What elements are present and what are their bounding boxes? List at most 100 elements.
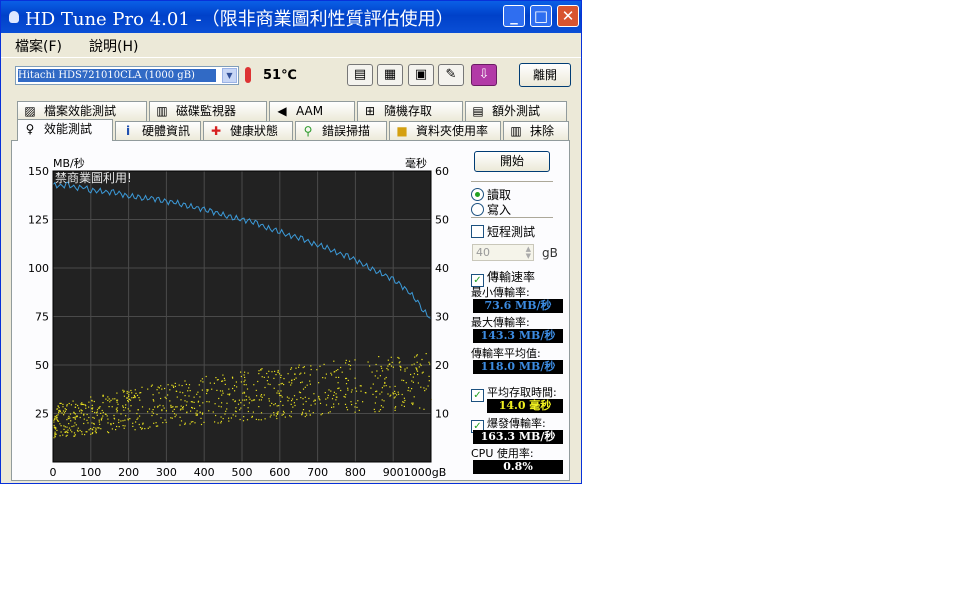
access-time-point: [343, 395, 345, 398]
access-time-point: [147, 427, 149, 429]
access-time-point: [132, 425, 134, 427]
access-time-point: [118, 421, 120, 424]
access-time-point: [195, 412, 197, 414]
access-time-point: [354, 359, 356, 361]
read-label: 讀取: [487, 188, 512, 202]
copy-text-icon[interactable]: ▤: [347, 64, 373, 86]
access-time-point: [402, 401, 404, 403]
save-icon[interactable]: ▣: [408, 64, 434, 86]
tab-disk-monitor[interactable]: ▥ 磁碟監視器: [149, 101, 267, 121]
menu-file[interactable]: 檔案(F): [15, 36, 62, 56]
access-time-point: [416, 370, 419, 372]
drive-select[interactable]: Hitachi HDS721010CLA (1000 gB) ▼: [15, 66, 239, 85]
access-time-point: [191, 401, 194, 403]
access-time-point: [114, 398, 116, 400]
access-time-point: [220, 422, 222, 424]
access-time-point: [105, 398, 107, 400]
access-time-point: [152, 394, 154, 396]
access-time-point: [295, 367, 297, 369]
access-time-point: [412, 376, 414, 378]
access-time-point: [271, 402, 273, 404]
access-time-point: [112, 398, 114, 400]
access-time-point: [428, 380, 430, 382]
access-time-point: [175, 414, 177, 416]
spinner-arrows-icon[interactable]: ▲ ▼: [526, 246, 531, 260]
avg-rate-label: 傳輸率平均值:: [471, 347, 541, 360]
access-time-point: [290, 411, 292, 413]
access-time-point: [346, 409, 349, 411]
tab-erase[interactable]: ▥ 抹除: [503, 121, 569, 141]
access-time-point: [245, 399, 248, 401]
copy-screenshot-icon[interactable]: ▦: [377, 64, 403, 86]
exit-button[interactable]: 離開: [519, 63, 571, 87]
options-icon[interactable]: ✎: [438, 64, 464, 86]
access-time-point: [300, 382, 302, 384]
short-test-size-input[interactable]: 40 ▲ ▼: [472, 244, 534, 261]
access-time-point: [224, 379, 226, 381]
access-time-point: [275, 415, 277, 417]
access-time-point: [189, 423, 191, 425]
access-time-point: [59, 409, 61, 411]
disk-monitor-icon: ▥: [156, 104, 168, 118]
access-time-point: [102, 395, 104, 397]
access-time-point: [94, 430, 96, 432]
access-time-point: [122, 425, 124, 427]
title-bar[interactable]: HD Tune Pro 4.01 -（限非商業圖利性質評估使用） _ □ ✕: [1, 1, 581, 33]
access-time-point: [180, 405, 182, 407]
access-time-point: [415, 355, 418, 357]
tab-health[interactable]: ✚ 健康狀態: [203, 121, 293, 141]
speaker-icon: ◀: [277, 104, 287, 118]
access-time-point: [385, 376, 387, 379]
access-time-point: [214, 403, 216, 405]
watermark: 禁商業圖利用!: [55, 170, 132, 185]
access-time-point: [294, 404, 296, 407]
access-time-point: [321, 413, 323, 415]
minimize-button[interactable]: _: [503, 5, 525, 27]
access-time-point: [405, 382, 407, 384]
tab-info[interactable]: i 硬體資訊: [115, 121, 201, 141]
access-time-point: [170, 404, 172, 406]
access-time-point: [79, 416, 81, 419]
download-icon[interactable]: ⇩: [471, 64, 497, 86]
tab-folder-usage[interactable]: ■ 資料夾使用率: [389, 121, 501, 141]
access-time-point: [78, 407, 80, 409]
access-time-point: [108, 432, 110, 434]
access-time-point: [235, 411, 237, 413]
access-time-point: [290, 403, 292, 405]
start-button[interactable]: 開始: [474, 151, 550, 172]
access-time-point: [243, 416, 245, 418]
access-time-point: [302, 366, 304, 369]
access-time-point: [350, 401, 352, 403]
tab-file-benchmark[interactable]: ▨ 檔案效能測試: [17, 101, 147, 121]
access-time-point: [156, 413, 158, 416]
access-time-point: [281, 396, 283, 398]
access-time-point: [249, 398, 251, 400]
access-time-point: [136, 412, 138, 415]
access-time-point: [345, 377, 348, 379]
tab-benchmark[interactable]: ♀ 效能測試: [17, 119, 113, 141]
short-test-checkbox[interactable]: 短程測試: [471, 223, 535, 240]
access-time-point: [387, 359, 389, 361]
access-time-point: [280, 400, 282, 403]
write-radio[interactable]: 寫入: [471, 201, 511, 218]
access-time-point: [412, 403, 414, 406]
tab-random-access[interactable]: ⊞ 隨機存取: [357, 101, 463, 121]
access-time-point: [125, 404, 127, 406]
access-time-point: [173, 386, 175, 388]
menu-help[interactable]: 說明(H): [89, 36, 138, 56]
tab-extra-tests[interactable]: ▤ 額外測試: [465, 101, 567, 121]
tab-aam[interactable]: ◀ AAM: [269, 101, 355, 121]
access-time-point: [173, 408, 175, 410]
tab-label: 隨機存取: [384, 104, 433, 118]
chevron-down-icon[interactable]: ▼: [222, 68, 237, 83]
access-time-point: [56, 429, 58, 431]
access-time-point: [134, 396, 136, 399]
access-time-point: [63, 414, 65, 416]
access-time-point: [125, 415, 127, 417]
access-time-point: [302, 403, 304, 405]
maximize-button[interactable]: □: [530, 5, 552, 27]
close-button[interactable]: ✕: [557, 5, 579, 27]
access-time-point: [335, 399, 337, 401]
tab-error-scan[interactable]: ⚲ 錯誤掃描: [295, 121, 387, 141]
access-time-point: [180, 420, 183, 422]
